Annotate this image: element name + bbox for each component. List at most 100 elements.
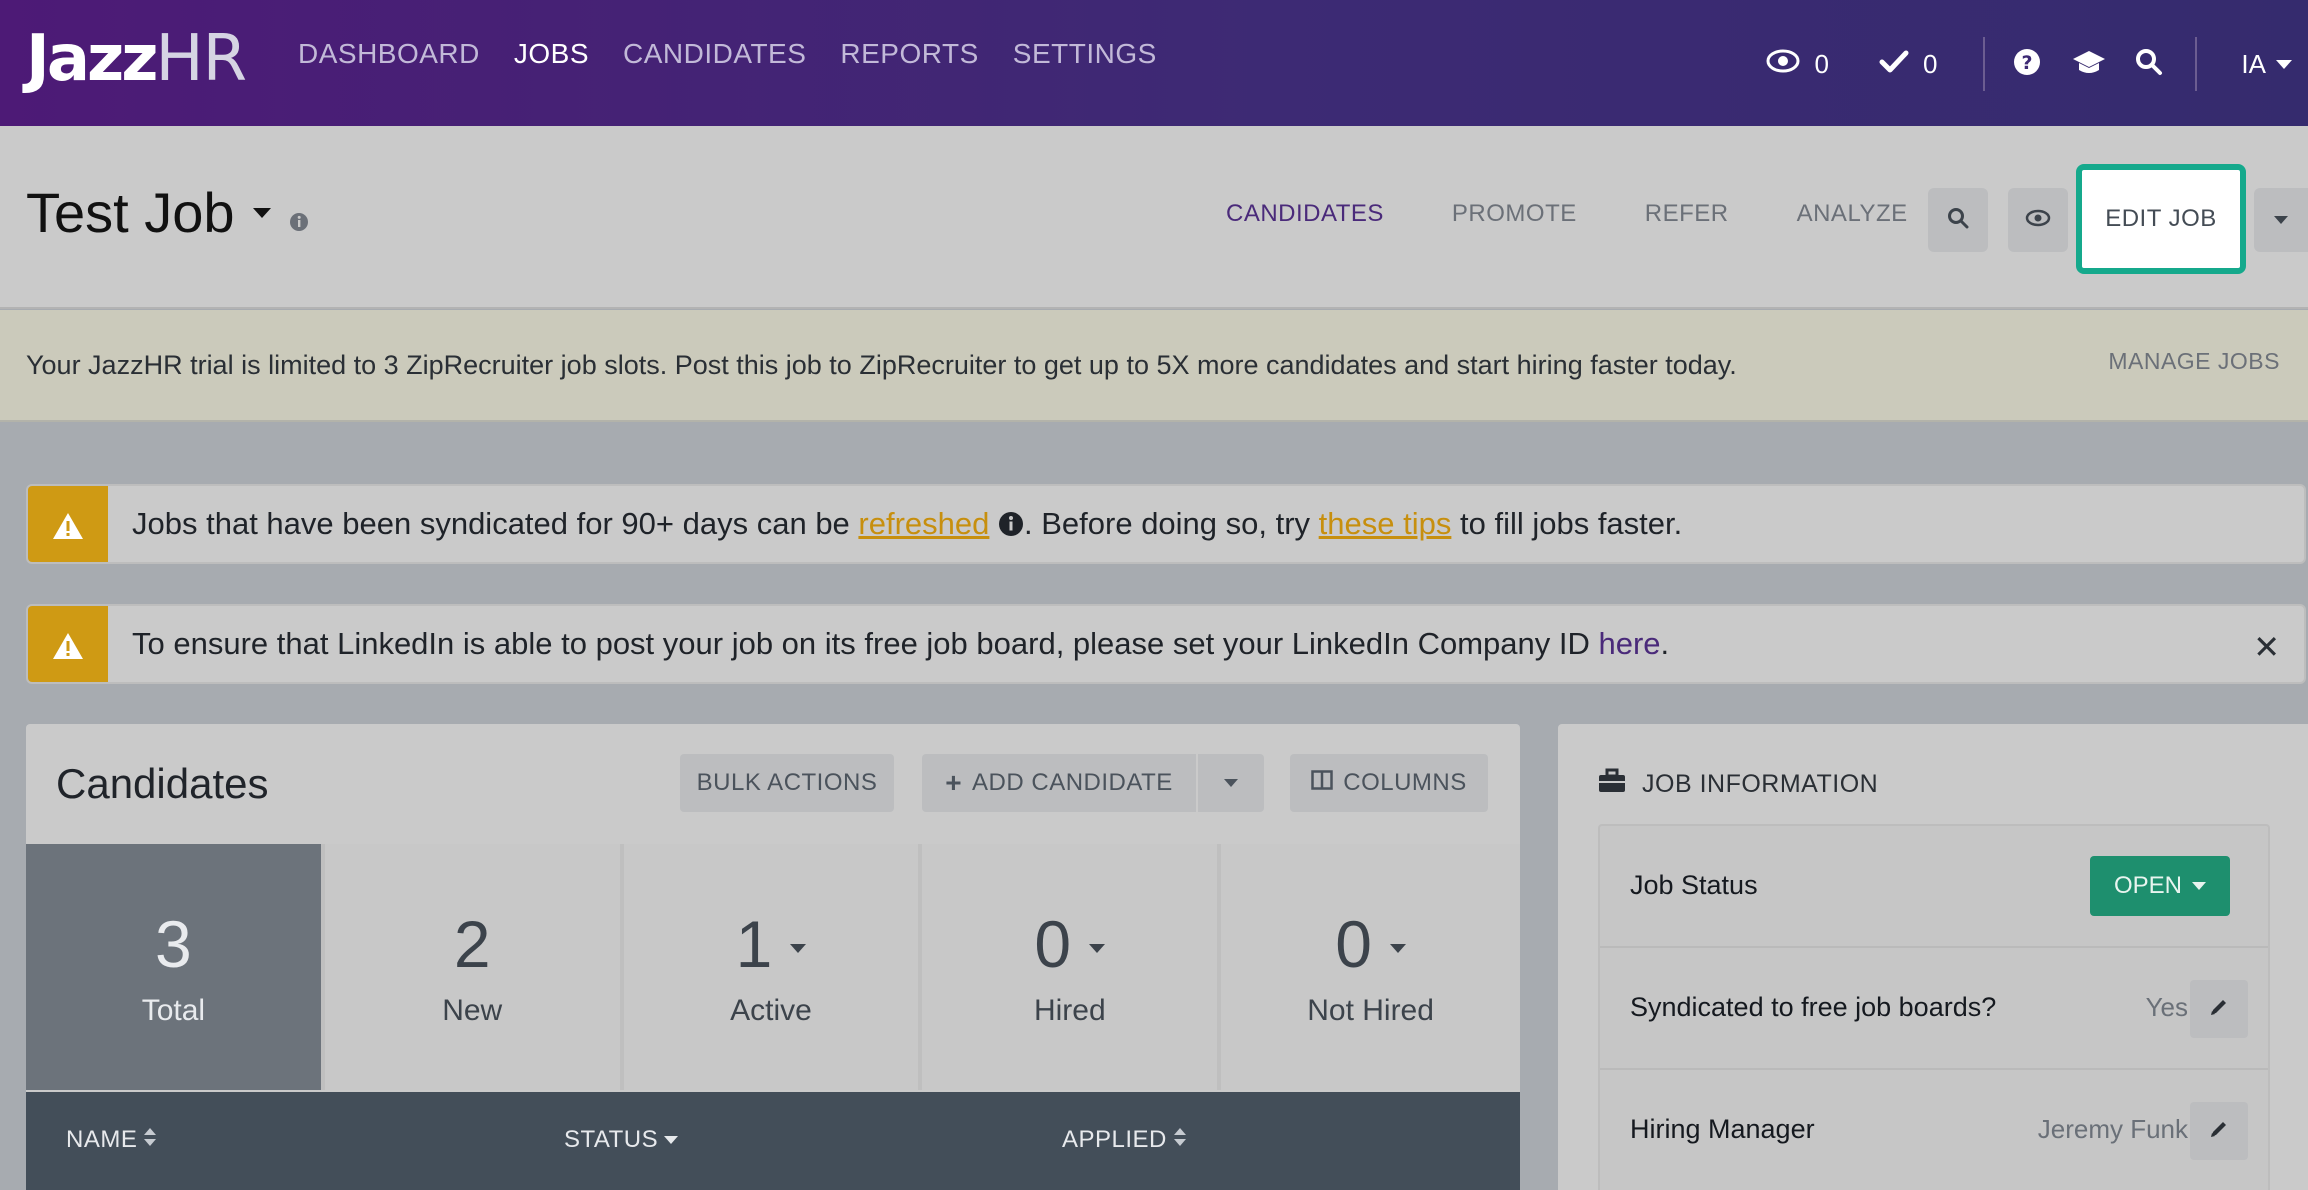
tab-analyze[interactable]: ANALYZE bbox=[1797, 200, 1908, 228]
tab-promote[interactable]: PROMOTE bbox=[1452, 200, 1577, 228]
help-icon[interactable]: ? bbox=[2013, 48, 2041, 81]
chevron-down-icon bbox=[1224, 779, 1238, 787]
stat-label: Total bbox=[141, 994, 206, 1027]
alert-text-part: Jobs that have been syndicated for 90+ d… bbox=[132, 506, 859, 541]
job-status-row: Job Status OPEN bbox=[1600, 826, 2268, 948]
alert-text-part: to fill jobs faster. bbox=[1451, 506, 1683, 541]
check-icon bbox=[1879, 49, 1909, 80]
stat-total[interactable]: 3 Total bbox=[26, 844, 325, 1090]
edit-job-button[interactable]: EDIT JOB bbox=[2076, 164, 2246, 274]
nav-candidates[interactable]: CANDIDATES bbox=[623, 38, 806, 70]
stat-active[interactable]: 1 Active bbox=[623, 844, 923, 1090]
add-candidate-label: ADD CANDIDATE bbox=[972, 769, 1173, 796]
stat-not-hired[interactable]: 0 Not Hired bbox=[1221, 844, 1520, 1090]
info-icon[interactable] bbox=[998, 509, 1024, 545]
linkedin-alert-text: To ensure that LinkedIn is able to post … bbox=[132, 626, 1669, 662]
chevron-down-icon bbox=[1089, 943, 1106, 953]
trial-message: Your JazzHR trial is limited to 3 ZipRec… bbox=[26, 350, 1737, 380]
graduation-cap-icon[interactable] bbox=[2071, 48, 2107, 81]
tab-refer[interactable]: REFER bbox=[1645, 200, 1729, 228]
close-icon[interactable]: ✕ bbox=[2253, 628, 2280, 666]
job-information-panel: JOB INFORMATION Job Status OPEN Syndicat… bbox=[1558, 724, 2308, 1190]
syndicated-row: Syndicated to free job boards? Yes bbox=[1600, 948, 2268, 1070]
pencil-icon bbox=[2209, 997, 2229, 1022]
stat-label: Hired bbox=[1033, 994, 1106, 1027]
column-header-status[interactable]: STATUS bbox=[564, 1126, 679, 1154]
plus-icon: + bbox=[945, 767, 963, 798]
column-header-applied[interactable]: APPLIED bbox=[1062, 1126, 1187, 1154]
candidates-table-header: NAME STATUS APPLIED bbox=[26, 1092, 1520, 1190]
job-status-dropdown[interactable]: OPEN bbox=[2090, 856, 2230, 916]
column-label: APPLIED bbox=[1062, 1126, 1167, 1153]
job-title-selector[interactable]: Test Job bbox=[26, 180, 309, 245]
nav-settings[interactable]: SETTINGS bbox=[1013, 38, 1157, 70]
pencil-icon bbox=[2209, 1119, 2229, 1144]
job-status-value: OPEN bbox=[2113, 872, 2182, 899]
job-tabs: CANDIDATES PROMOTE REFER ANALYZE bbox=[1226, 200, 1908, 228]
nav-jobs[interactable]: JOBS bbox=[514, 38, 589, 70]
user-initials: IA bbox=[2241, 48, 2266, 79]
views-counter[interactable]: 0 bbox=[1766, 48, 1829, 80]
search-job-button[interactable] bbox=[1928, 188, 1988, 252]
alert-text-part: . bbox=[1660, 626, 1670, 661]
stat-label: New bbox=[442, 994, 503, 1027]
columns-button[interactable]: COLUMNS bbox=[1290, 754, 1488, 812]
hiring-manager-value: Jeremy Funk bbox=[2037, 1114, 2188, 1144]
add-candidate-button[interactable]: + ADD CANDIDATE bbox=[922, 754, 1196, 812]
syndicated-value: Yes bbox=[2145, 992, 2188, 1022]
add-candidate-dropdown[interactable] bbox=[1198, 754, 1264, 812]
views-count: 0 bbox=[1814, 48, 1829, 79]
stat-number: 0 bbox=[1034, 907, 1072, 981]
alert-text-part: . Before doing so, try bbox=[1024, 506, 1319, 541]
refreshed-link[interactable]: refreshed bbox=[858, 506, 989, 541]
job-actions-dropdown[interactable] bbox=[2254, 188, 2308, 252]
edit-syndicated-button[interactable] bbox=[2190, 980, 2248, 1038]
warning-icon bbox=[28, 606, 108, 682]
job-information-title: JOB INFORMATION bbox=[1642, 770, 1879, 798]
tab-candidates[interactable]: CANDIDATES bbox=[1226, 200, 1384, 228]
chevron-down-icon bbox=[1389, 943, 1406, 953]
chevron-down-icon bbox=[2192, 882, 2206, 890]
manage-jobs-link[interactable]: MANAGE JOBS bbox=[2108, 348, 2280, 375]
stat-new[interactable]: 2 New bbox=[324, 844, 624, 1090]
preview-job-button[interactable] bbox=[2008, 188, 2068, 252]
jazzhr-logo[interactable]: JazzHR bbox=[26, 22, 247, 96]
tasks-counter[interactable]: 0 bbox=[1879, 49, 1937, 80]
stat-label: Not Hired bbox=[1307, 994, 1434, 1027]
chevron-down-icon bbox=[252, 207, 271, 218]
warning-icon bbox=[28, 486, 108, 562]
briefcase-icon bbox=[1598, 768, 1626, 801]
info-icon[interactable] bbox=[289, 180, 309, 245]
columns-icon bbox=[1311, 769, 1333, 797]
job-status-label: Job Status bbox=[1630, 870, 1758, 900]
svg-text:?: ? bbox=[2022, 52, 2033, 74]
candidates-panel: Candidates BULK ACTIONS + ADD CANDIDATE … bbox=[26, 724, 1520, 1190]
user-menu[interactable]: IA bbox=[2241, 49, 2292, 80]
hiring-manager-row: Hiring Manager Jeremy Funk bbox=[1600, 1070, 2268, 1190]
column-header-name[interactable]: NAME bbox=[66, 1126, 157, 1154]
columns-label: COLUMNS bbox=[1343, 769, 1467, 796]
nav-divider-2 bbox=[2195, 37, 2198, 91]
stat-number: 1 bbox=[735, 907, 773, 981]
nav-reports[interactable]: REPORTS bbox=[840, 38, 978, 70]
sort-icon bbox=[143, 1126, 157, 1154]
top-navigation-bar: JazzHR DASHBOARD JOBS CANDIDATES REPORTS… bbox=[0, 0, 2308, 126]
search-icon[interactable] bbox=[2135, 48, 2163, 81]
job-information-list: Job Status OPEN Syndicated to free job b… bbox=[1598, 824, 2270, 1190]
bulk-actions-button[interactable]: BULK ACTIONS bbox=[680, 754, 894, 812]
trial-banner: Your JazzHR trial is limited to 3 ZipRec… bbox=[0, 310, 2308, 422]
eye-icon bbox=[2025, 209, 2051, 232]
bulk-actions-label: BULK ACTIONS bbox=[696, 769, 878, 796]
eye-icon bbox=[1766, 49, 1800, 80]
sort-icon bbox=[1173, 1126, 1187, 1154]
nav-divider bbox=[1983, 37, 1986, 91]
stat-number: 3 bbox=[155, 907, 192, 981]
stat-hired[interactable]: 0 Hired bbox=[922, 844, 1222, 1090]
column-label: STATUS bbox=[564, 1126, 659, 1153]
nav-dashboard[interactable]: DASHBOARD bbox=[298, 38, 480, 70]
edit-hiring-manager-button[interactable] bbox=[2190, 1102, 2248, 1160]
alert-text-part: To ensure that LinkedIn is able to post … bbox=[132, 626, 1599, 661]
candidates-title: Candidates bbox=[56, 760, 269, 807]
these-tips-link[interactable]: these tips bbox=[1319, 506, 1452, 541]
linkedin-here-link[interactable]: here bbox=[1598, 626, 1660, 661]
